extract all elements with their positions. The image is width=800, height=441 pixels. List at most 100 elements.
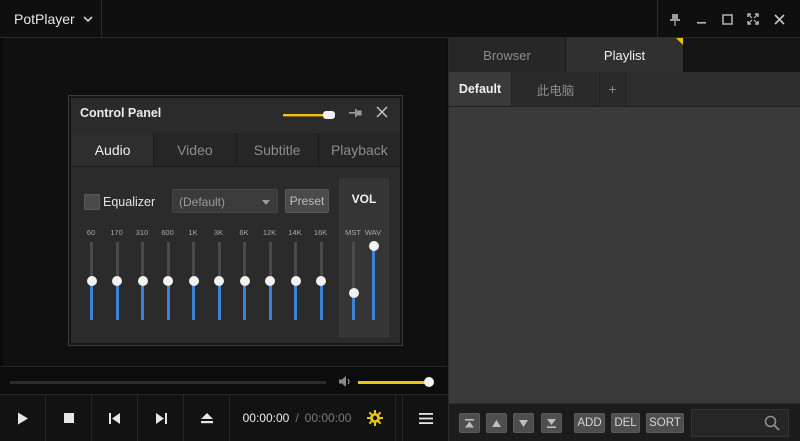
maximize-icon — [721, 13, 733, 25]
play-button[interactable] — [0, 395, 46, 441]
volume-knob[interactable] — [423, 377, 434, 387]
vol-channel-slider[interactable] — [348, 242, 359, 320]
tab-browser[interactable]: Browser — [449, 38, 566, 72]
preset-button[interactable]: Preset — [285, 189, 329, 213]
chevron-down-icon — [83, 15, 93, 23]
eq-band-slider[interactable] — [137, 242, 148, 320]
eq-band-knob[interactable] — [290, 276, 301, 286]
control-panel-title: Control Panel — [80, 106, 162, 120]
eq-band-label: 12K — [262, 228, 277, 237]
eq-band-slider[interactable] — [86, 242, 97, 320]
move-bottom-button[interactable] — [541, 413, 562, 433]
playlist-list[interactable] — [449, 107, 800, 403]
chevron-down-icon — [262, 200, 270, 205]
playlist-panel: Browser Playlist Default 此电脑 + ADD DEL S… — [448, 38, 800, 441]
vol-label: VOL — [351, 192, 377, 206]
eq-band-knob[interactable] — [239, 276, 250, 286]
vol-channel-fill — [372, 245, 375, 320]
minimize-button[interactable] — [688, 0, 714, 38]
eq-band-slider[interactable] — [214, 242, 224, 320]
equalizer-preset-select[interactable]: (Default) — [172, 189, 278, 213]
move-down-icon — [519, 419, 528, 427]
time-separator: / — [295, 411, 299, 425]
app-menu-button[interactable]: PotPlayer — [0, 0, 102, 38]
playlist-search-input[interactable] — [691, 409, 789, 437]
eq-band-slider[interactable] — [163, 242, 173, 320]
eq-band-label: 1K — [188, 228, 198, 237]
eq-band-knob[interactable] — [265, 276, 275, 286]
eject-button[interactable] — [184, 395, 230, 441]
fullscreen-button[interactable] — [740, 0, 766, 38]
add-button[interactable]: ADD — [574, 413, 605, 433]
menu-button[interactable] — [402, 395, 448, 441]
delete-button[interactable]: DEL — [611, 413, 640, 433]
maximize-button[interactable] — [714, 0, 740, 38]
tab-subtitle[interactable]: Subtitle — [236, 133, 319, 166]
eq-band-knob[interactable] — [188, 276, 199, 286]
eq-band-slider[interactable] — [112, 242, 122, 320]
eq-band-label: 16K — [313, 228, 328, 237]
eq-band-slider[interactable] — [188, 242, 199, 320]
eq-band-knob[interactable] — [112, 276, 122, 286]
settings-button[interactable] — [354, 395, 396, 441]
eq-band-slider[interactable] — [239, 242, 250, 320]
eq-band-slider[interactable] — [265, 242, 275, 320]
fullscreen-icon — [747, 13, 759, 25]
mute-button[interactable] — [338, 375, 352, 388]
menu-icon — [418, 412, 433, 424]
equalizer-label: Equalizer — [103, 195, 156, 209]
eq-band-fill — [217, 281, 221, 320]
eq-band-fill — [294, 281, 297, 320]
subtab-default[interactable]: Default — [449, 72, 512, 106]
subtab-this-pc[interactable]: 此电脑 — [512, 72, 600, 106]
vol-channel-knob[interactable] — [348, 287, 359, 298]
eq-band-knob[interactable] — [214, 276, 224, 286]
vol-channel-slider[interactable] — [368, 240, 379, 320]
eq-band-label: 3K — [213, 228, 224, 237]
eq-band-slider[interactable] — [316, 242, 326, 320]
eq-band-knob[interactable] — [316, 276, 326, 286]
eq-band-knob[interactable] — [163, 276, 173, 286]
volume-fill — [358, 381, 429, 384]
settings-gear-icon — [366, 410, 383, 426]
current-time: 00:00:00 — [242, 411, 290, 425]
add-subtab-button[interactable]: + — [600, 72, 626, 106]
eq-band-fill — [141, 281, 144, 320]
title-bar: PotPlayer — [0, 0, 800, 38]
stop-button[interactable] — [46, 395, 92, 441]
eq-band-fill — [90, 281, 93, 320]
tab-video[interactable]: Video — [154, 133, 237, 166]
eq-band-slider[interactable] — [290, 242, 301, 320]
move-top-button[interactable] — [459, 413, 480, 433]
seek-bar[interactable] — [10, 381, 326, 384]
tab-playlist[interactable]: Playlist — [566, 38, 683, 72]
next-button[interactable] — [138, 395, 184, 441]
tab-playback[interactable]: Playback — [318, 133, 400, 166]
pin-icon — [349, 107, 363, 119]
mute-speaker-icon — [338, 375, 352, 388]
opacity-slider[interactable] — [283, 110, 335, 120]
eq-band-label: 60 — [86, 228, 96, 237]
panel-close-button[interactable] — [376, 106, 388, 118]
eq-band-label: 170 — [110, 228, 123, 237]
tab-audio[interactable]: Audio — [72, 133, 155, 166]
equalizer-checkbox[interactable] — [84, 194, 100, 210]
eq-band-label: 14K — [288, 228, 302, 237]
pin-button[interactable] — [662, 0, 688, 38]
vol-channel-label: WAV — [364, 228, 382, 237]
seek-row — [0, 366, 448, 394]
move-up-icon — [492, 419, 501, 427]
move-up-button[interactable] — [486, 413, 507, 433]
close-button[interactable] — [766, 0, 792, 38]
sort-button[interactable]: SORT — [646, 413, 684, 433]
control-panel-dialog: Control Panel Audio Video Subtitle Playb… — [69, 96, 402, 345]
total-duration: 00:00:00 — [304, 411, 352, 425]
eq-band-knob[interactable] — [86, 276, 97, 286]
eq-band-knob[interactable] — [137, 276, 148, 286]
previous-button[interactable] — [92, 395, 138, 441]
vol-channel-knob[interactable] — [368, 240, 379, 251]
panel-pin-button[interactable] — [349, 107, 363, 119]
playlist-toolbar: ADD DEL SORT — [449, 403, 800, 441]
move-down-button[interactable] — [513, 413, 534, 433]
volume-slider[interactable] — [358, 377, 434, 387]
